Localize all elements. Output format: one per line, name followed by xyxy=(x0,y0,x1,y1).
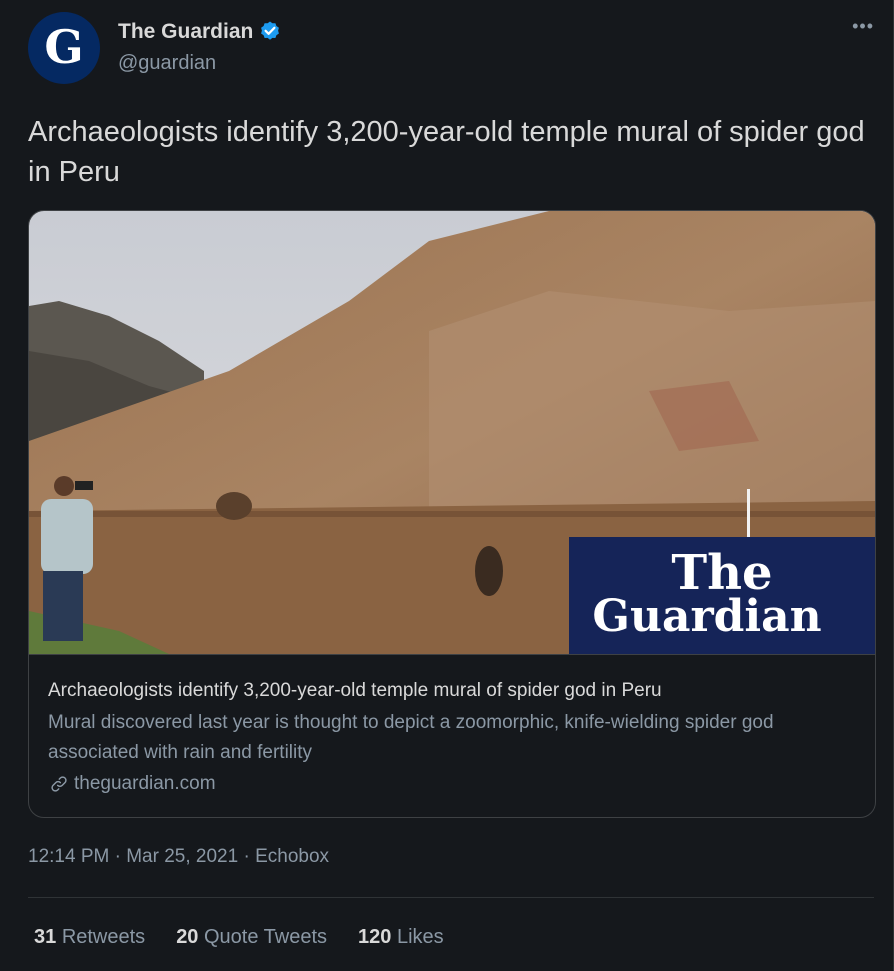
retweets-stat[interactable]: 31 Retweets xyxy=(34,926,145,949)
likes-label: Likes xyxy=(396,926,444,948)
meta-separator: · xyxy=(238,846,256,867)
card-divider xyxy=(29,654,875,655)
tweet-header: G The Guardian @guardian xyxy=(28,12,894,88)
stats-divider xyxy=(28,897,874,898)
link-card[interactable]: The Guardian Archaeologists identify 3,2… xyxy=(28,210,876,818)
tweet-meta: 12:14 PM · Mar 25, 2021 · Echobox xyxy=(28,846,329,868)
avatar[interactable]: G xyxy=(28,12,100,84)
more-options-icon[interactable]: ••• xyxy=(852,16,874,37)
tweet-time[interactable]: 12:14 PM xyxy=(28,846,109,867)
card-domain-text: theguardian.com xyxy=(74,773,216,794)
meta-separator: · xyxy=(109,846,127,867)
card-description: Mural discovered last year is thought to… xyxy=(48,712,774,763)
tweet-source[interactable]: Echobox xyxy=(255,846,329,867)
card-domain: theguardian.com xyxy=(48,773,216,795)
retweets-count: 31 xyxy=(34,926,57,948)
display-name[interactable]: The Guardian xyxy=(118,20,253,44)
quote-tweets-label: Quote Tweets xyxy=(204,926,328,948)
verified-badge-icon xyxy=(261,21,280,40)
avatar-letter: G xyxy=(44,20,84,74)
likes-stat[interactable]: 120 Likes xyxy=(358,926,444,949)
likes-count: 120 xyxy=(358,926,392,948)
card-title: Archaeologists identify 3,200-year-old t… xyxy=(48,680,662,701)
tweet-date[interactable]: Mar 25, 2021 xyxy=(126,846,238,867)
handle[interactable]: @guardian xyxy=(118,52,216,75)
tweet-text: Archaeologists identify 3,200-year-old t… xyxy=(28,116,865,188)
quote-tweets-count: 20 xyxy=(176,926,199,948)
retweets-label: Retweets xyxy=(61,926,146,948)
engagement-stats: 31 Retweets 20 Quote Tweets 120 Likes xyxy=(34,926,475,949)
card-image: The Guardian xyxy=(29,211,875,654)
name-row: The Guardian xyxy=(118,20,282,44)
card-logo-line2: Guardian xyxy=(592,591,821,642)
quote-tweets-stat[interactable]: 20 Quote Tweets xyxy=(176,926,327,949)
link-icon xyxy=(51,776,67,792)
